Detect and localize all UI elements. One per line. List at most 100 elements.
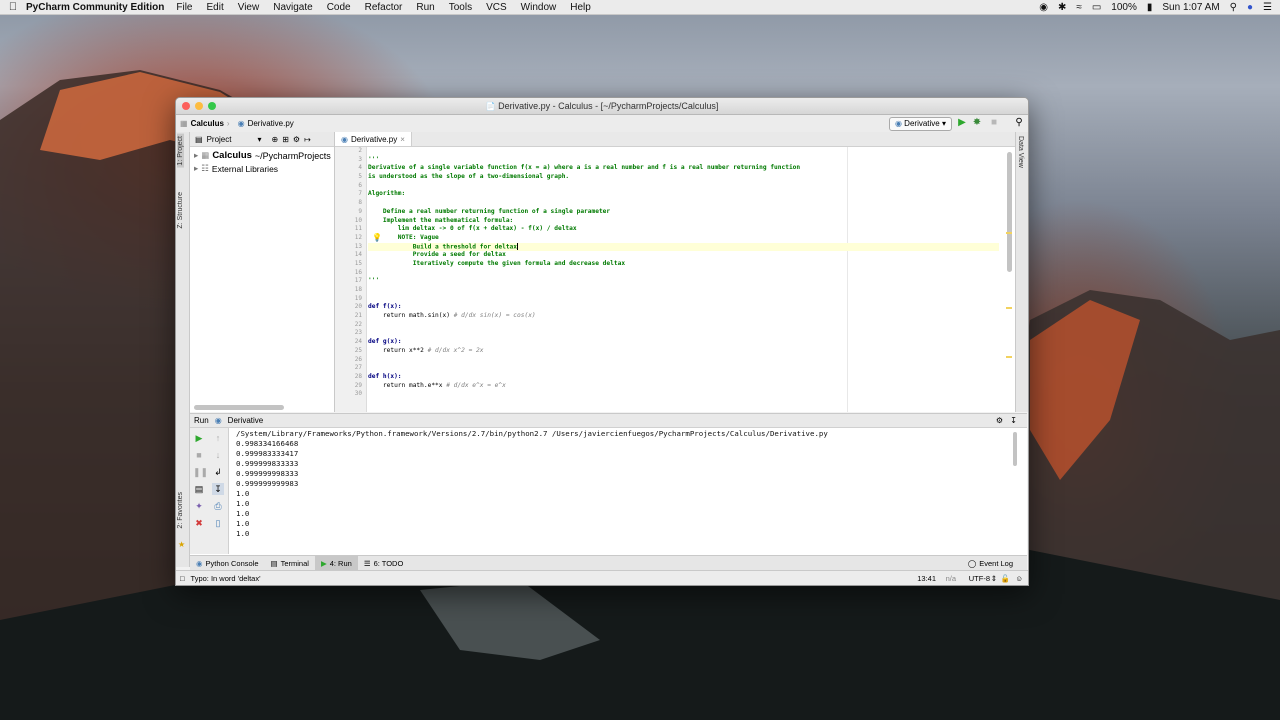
expand-arrow-icon[interactable]: ▸ (194, 150, 198, 161)
run-configuration-select[interactable]: ◉ Derivative ▾ (888, 117, 952, 131)
code-line[interactable] (368, 147, 999, 156)
code-line[interactable]: def f(x): (368, 303, 999, 312)
code-line[interactable]: NOTE: Vague (368, 234, 999, 243)
scroll-down-icon[interactable]: ↓ (212, 449, 224, 461)
stop-icon[interactable]: ■ (193, 449, 205, 461)
lock-icon[interactable]: 🔓 (1001, 574, 1010, 583)
menu-window[interactable]: Window (521, 2, 557, 13)
menu-file[interactable]: File (176, 2, 192, 13)
tool-window-toggle-icon[interactable]: □ (180, 574, 185, 583)
apple-icon[interactable]:  (0, 1, 26, 13)
code-text-area[interactable]: ''' Derivative of a single variable funct… (368, 147, 999, 412)
tab-todo[interactable]: ☰ 6: TODO (358, 556, 409, 570)
code-line[interactable] (368, 329, 999, 338)
search-everywhere-icon[interactable]: ⚲ (1013, 117, 1025, 129)
code-line[interactable]: return math.e**x # d/dx e^x = e^x (368, 382, 999, 391)
scroll-up-icon[interactable]: ↑ (212, 432, 224, 444)
debug-button[interactable]: ✸ (971, 117, 983, 129)
menu-view[interactable]: View (238, 2, 260, 13)
code-line[interactable]: Implement the mathematical formula: (368, 217, 999, 226)
tab-derivative-py[interactable]: ◉ Derivative.py × (335, 132, 412, 146)
soft-wrap-icon[interactable]: ↲ (212, 466, 224, 478)
code-line[interactable]: Iteratively compute the given formula an… (368, 260, 999, 269)
stop-button[interactable]: ■ (988, 117, 1000, 129)
code-line[interactable]: ''' (368, 277, 999, 286)
chevron-updown-icon[interactable]: ⇕ (991, 574, 997, 583)
spotlight-icon[interactable]: ⚲ (1230, 2, 1237, 13)
horizontal-scrollbar[interactable] (194, 405, 284, 410)
run-button[interactable]: ▶ (956, 117, 968, 129)
code-line[interactable] (368, 390, 999, 399)
bluetooth-icon[interactable]: ✱ (1058, 2, 1066, 13)
code-line[interactable] (368, 269, 999, 278)
menu-tools[interactable]: Tools (449, 2, 472, 13)
code-line[interactable]: def g(x): (368, 338, 999, 347)
wifi-icon[interactable]: ≈ (1076, 2, 1082, 13)
tab-python-console[interactable]: ◉ Python Console (190, 556, 265, 570)
close-icon[interactable]: ✖ (193, 517, 205, 529)
gear-icon[interactable]: ⚙ (293, 135, 300, 144)
favorites-tool-tab[interactable]: 2: Favorites (177, 492, 184, 529)
code-line[interactable]: Provide a seed for deltax (368, 251, 999, 260)
minimize-window-button[interactable] (195, 102, 203, 110)
pause-icon[interactable]: ❚❚ (193, 466, 208, 478)
sync-icon[interactable]: ⊕ (271, 135, 278, 144)
restore-layout-icon[interactable]: ▤ (193, 483, 205, 495)
code-line[interactable] (368, 364, 999, 373)
pin-icon[interactable]: ✦ (193, 500, 205, 512)
print-icon[interactable]: ⎙ (212, 500, 224, 512)
project-tool-tab[interactable]: 1: Project (177, 134, 184, 168)
record-icon[interactable]: ◉ (1039, 2, 1048, 13)
code-line[interactable]: return math.sin(x) # d/dx sin(x) = cos(x… (368, 312, 999, 321)
code-line[interactable]: Derivative of a single variable function… (368, 164, 999, 173)
file-encoding[interactable]: UTF-8 (969, 574, 990, 583)
code-line[interactable]: def h(x): (368, 373, 999, 382)
menu-edit[interactable]: Edit (206, 2, 223, 13)
notification-center-icon[interactable]: ☰ (1263, 2, 1272, 13)
zoom-window-button[interactable] (208, 102, 216, 110)
clear-trash-icon[interactable]: ▯ (212, 517, 224, 529)
tab-run[interactable]: ▶ 4: Run (314, 556, 358, 570)
menu-code[interactable]: Code (327, 2, 351, 13)
gear-icon[interactable]: ⚙ (996, 416, 1003, 425)
hide-panel-icon[interactable]: ↧ (1010, 416, 1017, 425)
code-line[interactable]: Define a real number returning function … (368, 208, 999, 217)
display-icon[interactable]: ▭ (1092, 2, 1101, 13)
close-tab-icon[interactable]: × (400, 135, 405, 144)
tree-item-calculus[interactable]: ▸ ▦ Calculus ~/PycharmProjects (190, 149, 334, 162)
close-window-button[interactable] (182, 102, 190, 110)
breadcrumb-project[interactable]: ▦ Calculus › (176, 119, 234, 128)
caret-position[interactable]: 13:41 (917, 574, 936, 583)
battery-icon[interactable]: ▮ (1147, 2, 1153, 13)
menu-help[interactable]: Help (570, 2, 591, 13)
structure-tool-tab[interactable]: Z: Structure (177, 192, 184, 229)
run-config-tab[interactable]: Derivative (228, 416, 264, 425)
collapse-icon[interactable]: ⊞ (282, 135, 289, 144)
code-line[interactable]: return x**2 # d/dx x^2 = 2x (368, 347, 999, 356)
code-line[interactable]: Build a threshold for deltax (368, 242, 999, 252)
hide-icon[interactable]: ↦ (304, 135, 311, 144)
code-line[interactable] (368, 295, 999, 304)
console-output[interactable]: /System/Library/Frameworks/Python.framew… (236, 429, 1007, 554)
menu-refactor[interactable]: Refactor (365, 2, 403, 13)
menu-run[interactable]: Run (416, 2, 434, 13)
tree-item-external-libraries[interactable]: ▸ ☷ External Libraries (190, 162, 334, 175)
code-line[interactable]: is understood as the slope of a two-dime… (368, 173, 999, 182)
expand-arrow-icon[interactable]: ▸ (194, 163, 198, 174)
tab-terminal[interactable]: ▤ Terminal (265, 556, 315, 570)
inspection-icon[interactable]: ☺ (1015, 574, 1023, 583)
scroll-to-end-icon[interactable]: ↧ (212, 483, 224, 495)
tab-event-log[interactable]: ◯ Event Log (962, 556, 1019, 570)
project-view-select[interactable]: Project (207, 135, 232, 144)
code-line[interactable]: Algorithm: (368, 190, 999, 199)
code-line[interactable] (368, 286, 999, 295)
breadcrumb-file[interactable]: ◉ Derivative.py (234, 119, 298, 128)
clock[interactable]: Sun 1:07 AM (1162, 2, 1219, 13)
code-line[interactable] (368, 199, 999, 208)
code-line[interactable] (368, 356, 999, 365)
editor-scrollbar[interactable] (1007, 152, 1012, 272)
siri-icon[interactable]: ● (1247, 2, 1253, 13)
code-line[interactable] (368, 321, 999, 330)
data-view-tool-tab[interactable]: Data View (1017, 136, 1024, 168)
chevron-down-icon[interactable]: ▾ (257, 135, 261, 144)
